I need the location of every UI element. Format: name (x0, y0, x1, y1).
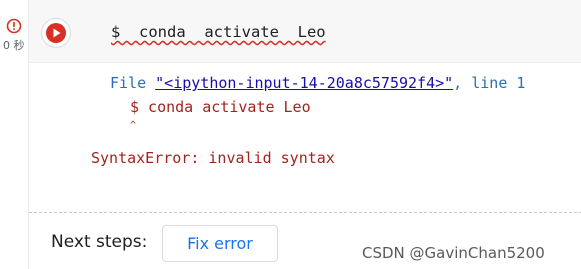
traceback-code-line: $ conda activate Leo (130, 98, 311, 116)
cell-input: $ conda activate Leo (29, 0, 581, 63)
traceback-error-message: SyntaxError: invalid syntax (91, 149, 335, 167)
cell-gutter: 0 秒 (0, 0, 28, 269)
cell-output: File "<ipython-input-14-20a8c57592f4>", … (29, 63, 581, 211)
watermark: CSDN @GavinChan5200 (362, 244, 545, 262)
next-steps-label: Next steps: (51, 232, 148, 252)
play-icon (46, 23, 66, 43)
traceback-line-number: , line 1 (453, 74, 526, 92)
traceback-file-prefix: File (110, 74, 156, 92)
traceback-caret: ^ (130, 120, 137, 131)
code-editor[interactable]: $ conda activate Leo (111, 23, 326, 41)
error-circle-icon[interactable] (6, 18, 22, 34)
traceback-file-line: File "<ipython-input-14-20a8c57592f4>", … (110, 74, 525, 92)
run-cell-button[interactable] (42, 19, 70, 47)
output-divider (29, 212, 581, 213)
fix-error-button[interactable]: Fix error (162, 225, 278, 262)
execution-time: 0 秒 (3, 39, 25, 52)
code-cell: $ conda activate Leo File "<ipython-inpu… (28, 0, 581, 269)
traceback-file-link[interactable]: "<ipython-input-14-20a8c57592f4>" (155, 74, 453, 92)
